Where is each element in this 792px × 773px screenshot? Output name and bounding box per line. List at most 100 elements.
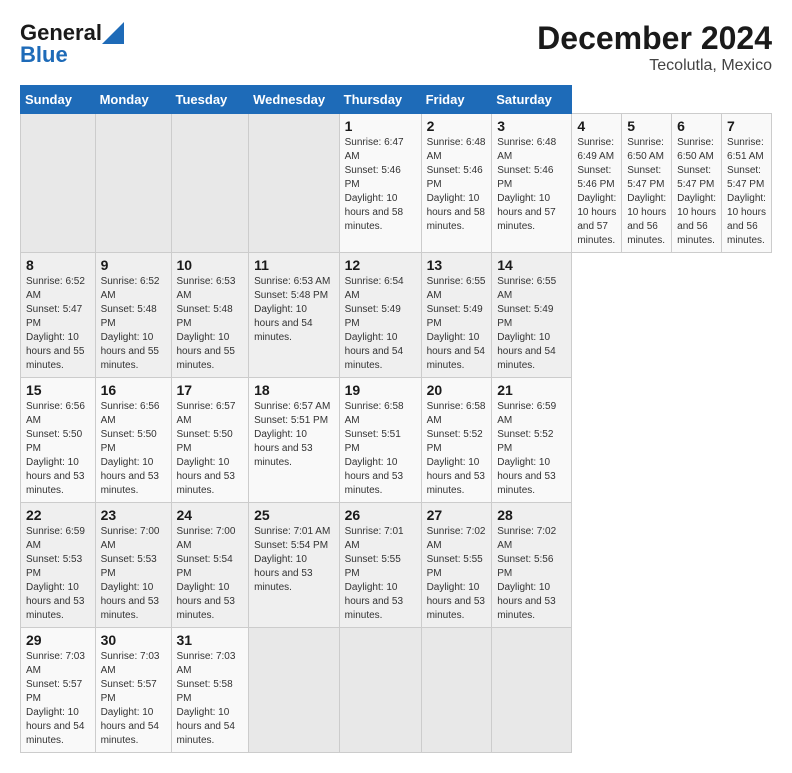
calendar-cell: 20 Sunrise: 6:58 AMSunset: 5:52 PMDaylig… — [421, 378, 492, 503]
day-number: 7 — [727, 118, 766, 134]
weekday-header-friday: Friday — [421, 86, 492, 114]
page-subtitle: Tecolutla, Mexico — [537, 57, 772, 75]
day-info: Sunrise: 6:53 AMSunset: 5:48 PMDaylight:… — [254, 275, 334, 345]
calendar-cell: 3 Sunrise: 6:48 AMSunset: 5:46 PMDayligh… — [492, 114, 572, 253]
day-number: 29 — [26, 632, 90, 648]
day-info: Sunrise: 7:02 AMSunset: 5:55 PMDaylight:… — [427, 525, 487, 623]
calendar-cell: 19 Sunrise: 6:58 AMSunset: 5:51 PMDaylig… — [339, 378, 421, 503]
day-number: 5 — [627, 118, 666, 134]
day-info: Sunrise: 6:55 AMSunset: 5:49 PMDaylight:… — [497, 275, 566, 373]
calendar-cell: 12 Sunrise: 6:54 AMSunset: 5:49 PMDaylig… — [339, 253, 421, 378]
day-info: Sunrise: 6:53 AMSunset: 5:48 PMDaylight:… — [177, 275, 244, 373]
calendar-cell: 28 Sunrise: 7:02 AMSunset: 5:56 PMDaylig… — [492, 503, 572, 628]
day-info: Sunrise: 6:48 AMSunset: 5:46 PMDaylight:… — [427, 136, 487, 234]
day-number: 21 — [497, 382, 566, 398]
calendar-cell: 15 Sunrise: 6:56 AMSunset: 5:50 PMDaylig… — [21, 378, 96, 503]
day-number: 1 — [345, 118, 416, 134]
day-number: 2 — [427, 118, 487, 134]
calendar-cell: 9 Sunrise: 6:52 AMSunset: 5:48 PMDayligh… — [95, 253, 171, 378]
day-number: 27 — [427, 507, 487, 523]
day-number: 22 — [26, 507, 90, 523]
weekday-header-row: SundayMondayTuesdayWednesdayThursdayFrid… — [21, 86, 772, 114]
calendar-cell: 16 Sunrise: 6:56 AMSunset: 5:50 PMDaylig… — [95, 378, 171, 503]
day-number: 24 — [177, 507, 244, 523]
calendar-cell: 4 Sunrise: 6:49 AMSunset: 5:46 PMDayligh… — [572, 114, 622, 253]
day-info: Sunrise: 6:54 AMSunset: 5:49 PMDaylight:… — [345, 275, 416, 373]
weekday-header-monday: Monday — [95, 86, 171, 114]
day-number: 9 — [101, 257, 166, 273]
day-info: Sunrise: 6:51 AMSunset: 5:47 PMDaylight:… — [727, 136, 766, 248]
day-number: 15 — [26, 382, 90, 398]
day-number: 6 — [677, 118, 716, 134]
day-number: 13 — [427, 257, 487, 273]
weekday-header-wednesday: Wednesday — [249, 86, 340, 114]
day-number: 14 — [497, 257, 566, 273]
calendar-cell: 2 Sunrise: 6:48 AMSunset: 5:46 PMDayligh… — [421, 114, 492, 253]
title-block: December 2024 Tecolutla, Mexico — [537, 20, 772, 75]
calendar-cell — [171, 114, 249, 253]
day-info: Sunrise: 6:57 AMSunset: 5:50 PMDaylight:… — [177, 400, 244, 498]
calendar-cell — [249, 628, 340, 753]
calendar-cell: 27 Sunrise: 7:02 AMSunset: 5:55 PMDaylig… — [421, 503, 492, 628]
calendar-week-4: 22 Sunrise: 6:59 AMSunset: 5:53 PMDaylig… — [21, 503, 772, 628]
day-info: Sunrise: 6:50 AMSunset: 5:47 PMDaylight:… — [677, 136, 716, 248]
calendar-cell: 11 Sunrise: 6:53 AMSunset: 5:48 PMDaylig… — [249, 253, 340, 378]
calendar-cell: 17 Sunrise: 6:57 AMSunset: 5:50 PMDaylig… — [171, 378, 249, 503]
day-number: 30 — [101, 632, 166, 648]
day-info: Sunrise: 6:59 AMSunset: 5:53 PMDaylight:… — [26, 525, 90, 623]
day-info: Sunrise: 6:58 AMSunset: 5:51 PMDaylight:… — [345, 400, 416, 498]
day-info: Sunrise: 7:00 AMSunset: 5:53 PMDaylight:… — [101, 525, 166, 623]
calendar-cell — [421, 628, 492, 753]
weekday-header-thursday: Thursday — [339, 86, 421, 114]
day-number: 18 — [254, 382, 334, 398]
day-number: 8 — [26, 257, 90, 273]
calendar-cell — [249, 114, 340, 253]
logo: General Blue — [20, 20, 124, 68]
calendar-cell: 30 Sunrise: 7:03 AMSunset: 5:57 PMDaylig… — [95, 628, 171, 753]
day-number: 23 — [101, 507, 166, 523]
calendar-cell — [492, 628, 572, 753]
day-info: Sunrise: 7:01 AMSunset: 5:54 PMDaylight:… — [254, 525, 334, 595]
day-info: Sunrise: 6:49 AMSunset: 5:46 PMDaylight:… — [577, 136, 616, 248]
calendar-cell: 21 Sunrise: 6:59 AMSunset: 5:52 PMDaylig… — [492, 378, 572, 503]
calendar-week-3: 15 Sunrise: 6:56 AMSunset: 5:50 PMDaylig… — [21, 378, 772, 503]
day-number: 12 — [345, 257, 416, 273]
calendar-cell: 24 Sunrise: 7:00 AMSunset: 5:54 PMDaylig… — [171, 503, 249, 628]
day-number: 3 — [497, 118, 566, 134]
day-number: 17 — [177, 382, 244, 398]
weekday-header-tuesday: Tuesday — [171, 86, 249, 114]
logo-text-blue: Blue — [20, 42, 68, 68]
calendar-cell: 13 Sunrise: 6:55 AMSunset: 5:49 PMDaylig… — [421, 253, 492, 378]
day-info: Sunrise: 6:47 AMSunset: 5:46 PMDaylight:… — [345, 136, 416, 234]
weekday-header-saturday: Saturday — [492, 86, 572, 114]
day-number: 31 — [177, 632, 244, 648]
calendar-cell — [95, 114, 171, 253]
day-number: 28 — [497, 507, 566, 523]
calendar-cell: 18 Sunrise: 6:57 AMSunset: 5:51 PMDaylig… — [249, 378, 340, 503]
day-info: Sunrise: 6:58 AMSunset: 5:52 PMDaylight:… — [427, 400, 487, 498]
page-header: General Blue December 2024 Tecolutla, Me… — [20, 20, 772, 75]
day-info: Sunrise: 6:57 AMSunset: 5:51 PMDaylight:… — [254, 400, 334, 470]
day-number: 25 — [254, 507, 334, 523]
day-number: 19 — [345, 382, 416, 398]
day-info: Sunrise: 6:48 AMSunset: 5:46 PMDaylight:… — [497, 136, 566, 234]
day-info: Sunrise: 7:01 AMSunset: 5:55 PMDaylight:… — [345, 525, 416, 623]
calendar-week-5: 29 Sunrise: 7:03 AMSunset: 5:57 PMDaylig… — [21, 628, 772, 753]
calendar-cell: 6 Sunrise: 6:50 AMSunset: 5:47 PMDayligh… — [672, 114, 722, 253]
calendar-cell: 7 Sunrise: 6:51 AMSunset: 5:47 PMDayligh… — [722, 114, 772, 253]
calendar-cell: 26 Sunrise: 7:01 AMSunset: 5:55 PMDaylig… — [339, 503, 421, 628]
day-info: Sunrise: 6:56 AMSunset: 5:50 PMDaylight:… — [101, 400, 166, 498]
day-info: Sunrise: 6:55 AMSunset: 5:49 PMDaylight:… — [427, 275, 487, 373]
calendar-cell: 14 Sunrise: 6:55 AMSunset: 5:49 PMDaylig… — [492, 253, 572, 378]
calendar-table: SundayMondayTuesdayWednesdayThursdayFrid… — [20, 85, 772, 753]
day-info: Sunrise: 7:02 AMSunset: 5:56 PMDaylight:… — [497, 525, 566, 623]
calendar-cell: 31 Sunrise: 7:03 AMSunset: 5:58 PMDaylig… — [171, 628, 249, 753]
day-number: 4 — [577, 118, 616, 134]
calendar-cell: 23 Sunrise: 7:00 AMSunset: 5:53 PMDaylig… — [95, 503, 171, 628]
day-info: Sunrise: 7:03 AMSunset: 5:57 PMDaylight:… — [101, 650, 166, 748]
day-info: Sunrise: 6:56 AMSunset: 5:50 PMDaylight:… — [26, 400, 90, 498]
day-info: Sunrise: 7:03 AMSunset: 5:58 PMDaylight:… — [177, 650, 244, 748]
calendar-week-2: 8 Sunrise: 6:52 AMSunset: 5:47 PMDayligh… — [21, 253, 772, 378]
day-number: 11 — [254, 257, 334, 273]
calendar-cell: 25 Sunrise: 7:01 AMSunset: 5:54 PMDaylig… — [249, 503, 340, 628]
